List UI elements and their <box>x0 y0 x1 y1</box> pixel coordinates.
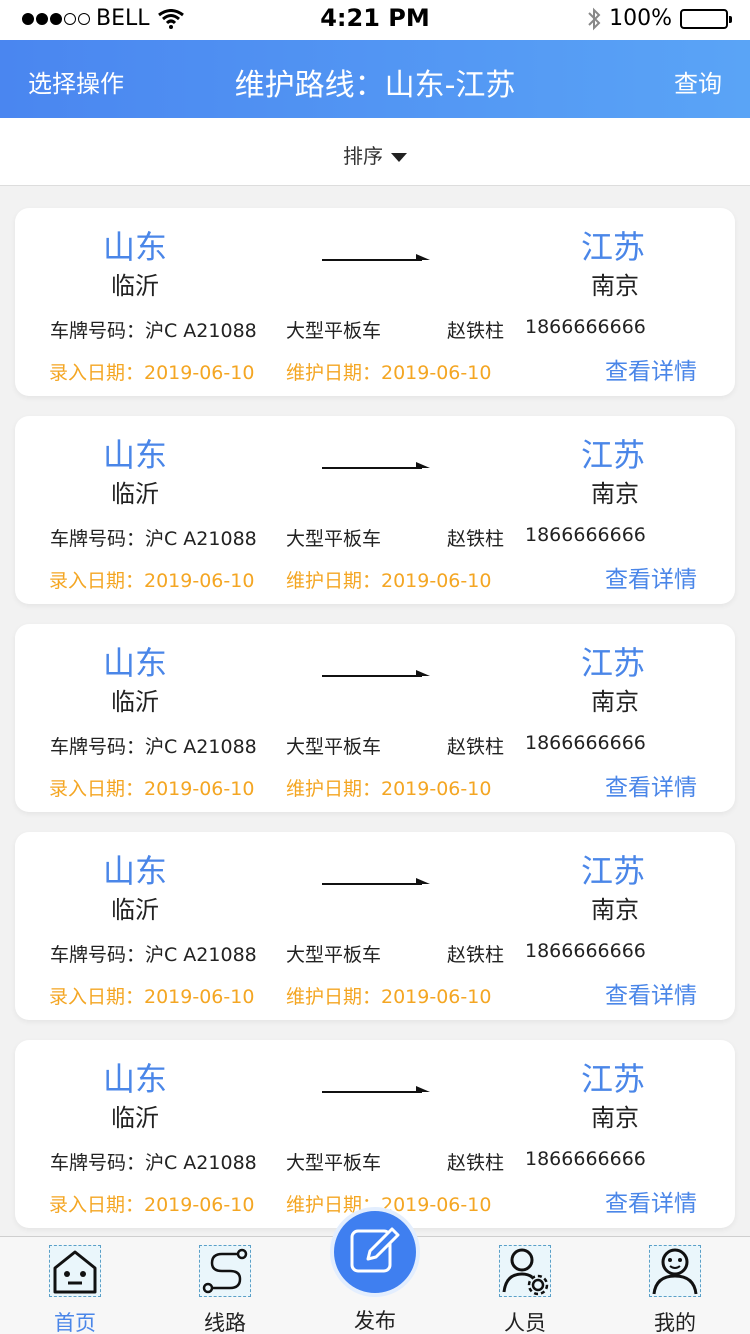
battery-percent: 100% <box>609 6 672 31</box>
origin-city: 临沂 <box>111 272 159 300</box>
maintenance-date: 维护日期：2019-06-10 <box>286 570 492 592</box>
user-settings-icon <box>499 1245 551 1297</box>
destination-city: 南京 <box>591 480 639 508</box>
route-arrow-icon <box>322 670 430 677</box>
plate-number: 车牌号码：沪C A21088 <box>50 528 257 550</box>
driver-phone: 1866666666 <box>525 524 646 546</box>
route-card[interactable]: 山东 临沂 江苏 南京 车牌号码：沪C A21088 大型平板车 赵铁柱 186… <box>15 1040 735 1228</box>
driver-name: 赵铁柱 <box>447 944 505 966</box>
vehicle-type: 大型平板车 <box>286 1152 382 1174</box>
tab-mine[interactable]: 我的 <box>625 1243 725 1334</box>
vehicle-type: 大型平板车 <box>286 736 382 758</box>
route-arrow-icon <box>322 254 430 261</box>
driver-phone: 1866666666 <box>525 316 646 338</box>
plate-number: 车牌号码：沪C A21088 <box>50 1152 257 1174</box>
query-button[interactable]: 查询 <box>674 64 722 99</box>
destination-city: 南京 <box>591 1104 639 1132</box>
entry-date: 录入日期：2019-06-10 <box>49 570 255 592</box>
maintenance-date: 维护日期：2019-06-10 <box>286 362 492 384</box>
tab-publish[interactable]: 发布 <box>325 1201 425 1333</box>
driver-name: 赵铁柱 <box>447 528 505 550</box>
tab-mine-label: 我的 <box>654 1311 696 1334</box>
tab-route-label: 线路 <box>204 1311 246 1334</box>
plate-number: 车牌号码：沪C A21088 <box>50 736 257 758</box>
route-card[interactable]: 山东 临沂 江苏 南京 车牌号码：沪C A21088 大型平板车 赵铁柱 186… <box>15 624 735 812</box>
origin-province: 山东 <box>103 1060 168 1098</box>
destination-province: 江苏 <box>581 228 646 266</box>
sort-label: 排序 <box>343 144 383 168</box>
entry-date: 录入日期：2019-06-10 <box>49 986 255 1008</box>
route-card[interactable]: 山东 临沂 江苏 南京 车牌号码：沪C A21088 大型平板车 赵铁柱 186… <box>15 416 735 604</box>
destination-province: 江苏 <box>581 436 646 474</box>
bluetooth-icon <box>588 7 601 30</box>
vehicle-type: 大型平板车 <box>286 320 382 342</box>
route-icon <box>199 1245 251 1297</box>
route-card[interactable]: 山东 临沂 江苏 南京 车牌号码：沪C A21088 大型平板车 赵铁柱 186… <box>15 832 735 1020</box>
driver-name: 赵铁柱 <box>447 736 505 758</box>
tab-publish-label: 发布 <box>354 1309 396 1333</box>
caret-down-icon <box>391 153 407 162</box>
status-bar: BELL 4:21 PM 100% <box>0 0 750 40</box>
destination-province: 江苏 <box>581 644 646 682</box>
origin-province: 山东 <box>103 644 168 682</box>
destination-city: 南京 <box>591 272 639 300</box>
route-card[interactable]: 山东 临沂 江苏 南京 车牌号码：沪C A21088 大型平板车 赵铁柱 186… <box>15 208 735 396</box>
view-details-link[interactable]: 查看详情 <box>605 352 697 386</box>
page-title: 维护路线：山东-江苏 <box>234 68 516 103</box>
entry-date: 录入日期：2019-06-10 <box>49 1194 255 1216</box>
route-arrow-icon <box>322 462 430 469</box>
entry-date: 录入日期：2019-06-10 <box>49 778 255 800</box>
sort-dropdown[interactable]: 排序 <box>0 140 750 169</box>
driver-phone: 1866666666 <box>525 940 646 962</box>
vehicle-type: 大型平板车 <box>286 528 382 550</box>
destination-province: 江苏 <box>581 852 646 890</box>
origin-province: 山东 <box>103 228 168 266</box>
origin-city: 临沂 <box>111 688 159 716</box>
origin-province: 山东 <box>103 436 168 474</box>
tab-staff[interactable]: 人员 <box>475 1243 575 1334</box>
route-arrow-icon <box>322 1086 430 1093</box>
destination-city: 南京 <box>591 896 639 924</box>
view-details-link[interactable]: 查看详情 <box>605 1184 697 1218</box>
origin-province: 山东 <box>103 852 168 890</box>
status-right: 100% <box>587 6 732 31</box>
entry-date: 录入日期：2019-06-10 <box>49 362 255 384</box>
profile-icon <box>649 1245 701 1297</box>
plate-number: 车牌号码：沪C A21088 <box>50 944 257 966</box>
origin-city: 临沂 <box>111 480 159 508</box>
driver-name: 赵铁柱 <box>447 1152 505 1174</box>
tab-route[interactable]: 线路 <box>175 1243 275 1334</box>
destination-province: 江苏 <box>581 1060 646 1098</box>
battery-icon <box>680 8 732 29</box>
tab-home-label: 首页 <box>54 1311 96 1334</box>
view-details-link[interactable]: 查看详情 <box>605 976 697 1010</box>
origin-city: 临沂 <box>111 896 159 924</box>
driver-name: 赵铁柱 <box>447 320 505 342</box>
maintenance-date: 维护日期：2019-06-10 <box>286 986 492 1008</box>
tab-home[interactable]: 首页 <box>25 1243 125 1334</box>
route-arrow-icon <box>322 878 430 885</box>
nav-bar: 选择操作 维护路线：山东-江苏 查询 <box>0 40 750 118</box>
destination-city: 南京 <box>591 688 639 716</box>
vehicle-type: 大型平板车 <box>286 944 382 966</box>
sort-bar: 排序 <box>0 118 750 186</box>
view-details-link[interactable]: 查看详情 <box>605 768 697 802</box>
view-details-link[interactable]: 查看详情 <box>605 560 697 594</box>
home-robot-icon <box>49 1245 101 1297</box>
edit-icon <box>330 1207 420 1297</box>
origin-city: 临沂 <box>111 1104 159 1132</box>
tab-bar: 首页 线路 发布 人员 我的 <box>0 1207 750 1334</box>
driver-phone: 1866666666 <box>525 1148 646 1170</box>
plate-number: 车牌号码：沪C A21088 <box>50 320 257 342</box>
tab-staff-label: 人员 <box>504 1311 546 1334</box>
maintenance-date: 维护日期：2019-06-10 <box>286 778 492 800</box>
driver-phone: 1866666666 <box>525 732 646 754</box>
